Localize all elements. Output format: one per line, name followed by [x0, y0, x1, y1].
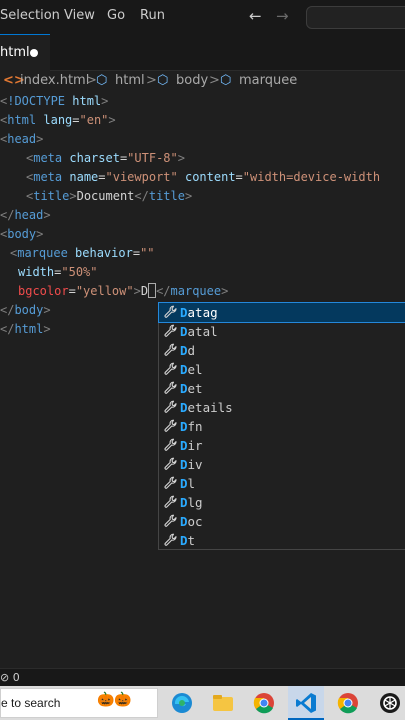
breadcrumb-item-body[interactable]: body	[176, 73, 208, 88]
wrench-icon	[164, 324, 178, 338]
chrome-browser-icon[interactable]	[252, 691, 276, 715]
suggestion-label: Dfn	[180, 419, 203, 434]
taskbar-search-box[interactable]: e to search 🎃🎃	[0, 688, 158, 718]
forward-arrow-icon[interactable]: →	[276, 7, 289, 25]
suggestion-label: Datag	[180, 305, 218, 320]
menu-selection[interactable]: Selection	[0, 8, 60, 23]
suggestion-item[interactable]: Div	[159, 455, 405, 474]
suggestion-label: Dd	[180, 343, 196, 358]
wrench-icon	[164, 438, 178, 452]
code-line-8: <body>	[0, 227, 44, 241]
code-line-11: bgcolor="yellow">D </marquee>	[18, 283, 229, 298]
code-line-12: </body>	[0, 303, 51, 317]
code-line-4: <meta charset="UTF-8">	[26, 151, 185, 165]
suggestion-item[interactable]: Dl	[159, 474, 405, 493]
chrome-profile-icon[interactable]	[336, 691, 360, 715]
status-bar: ⊘ 0	[0, 668, 405, 686]
file-explorer-icon[interactable]	[211, 691, 235, 715]
suggestion-item[interactable]: Del	[159, 360, 405, 379]
suggestion-label: Dir	[180, 438, 203, 453]
breadcrumb-separator: >	[209, 73, 220, 88]
breadcrumb-item-file[interactable]: index.html	[20, 73, 89, 88]
pumpkin-doodle-icon[interactable]: 🎃🎃	[97, 692, 132, 708]
suggestion-label: Dl	[180, 476, 196, 491]
code-line-3: <head>	[0, 132, 44, 146]
breadcrumb: <> index.html > ⬡ html > ⬡ body > ⬡ marq…	[0, 71, 405, 91]
wrench-icon	[164, 381, 178, 395]
suggestion-item[interactable]: Dfn	[159, 417, 405, 436]
element-icon: ⬡	[96, 73, 108, 88]
suggestion-item[interactable]: Dir	[159, 436, 405, 455]
code-line-7: </head>	[0, 208, 51, 222]
wrench-icon	[164, 533, 178, 547]
code-line-6: <title>Document</title>	[26, 189, 193, 203]
menu-bar: Selection View Go Run ← →	[0, 0, 405, 34]
suggestion-label: Doc	[180, 514, 203, 529]
suggestion-label: Del	[180, 362, 203, 377]
code-line-10: width="50%"	[18, 265, 98, 279]
suggestion-label: Div	[180, 457, 203, 472]
command-center-search[interactable]	[306, 6, 405, 29]
wrench-icon	[164, 419, 178, 433]
breadcrumb-item-marquee[interactable]: marquee	[239, 73, 297, 88]
suggestion-label: Details	[180, 400, 233, 415]
suggestion-item[interactable]: Datag	[158, 302, 405, 323]
back-arrow-icon[interactable]: ←	[249, 7, 262, 25]
tab-label: html	[0, 45, 30, 60]
editor-tab-bar: html	[0, 34, 405, 71]
taskbar-search-placeholder: e to search	[1, 696, 61, 710]
breadcrumb-separator: >	[146, 73, 157, 88]
wrench-icon	[164, 362, 178, 376]
wrench-icon	[164, 343, 178, 357]
wrench-icon	[164, 305, 178, 319]
problems-count[interactable]: ⊘ 0	[0, 671, 20, 684]
wrench-icon	[164, 495, 178, 509]
suggestion-item[interactable]: Dt	[159, 531, 405, 550]
suggestion-widget: Datag Datal Dd Del Det Details Dfn Dir Div Dl Dlg D…	[158, 302, 405, 550]
suggestion-label: Datal	[180, 324, 218, 339]
tab-index-html[interactable]: html	[0, 34, 50, 71]
menu-view[interactable]: View	[64, 8, 95, 23]
suggestion-item[interactable]: Dlg	[159, 493, 405, 512]
suggestion-item[interactable]: Datal	[159, 322, 405, 341]
unsaved-dot-icon[interactable]	[30, 49, 38, 57]
suggestion-item[interactable]: Det	[159, 379, 405, 398]
suggestion-item[interactable]: Dd	[159, 341, 405, 360]
windows-taskbar: e to search 🎃🎃	[0, 686, 405, 720]
suggestion-item[interactable]: Doc	[159, 512, 405, 531]
menu-run[interactable]: Run	[140, 8, 165, 23]
element-icon: ⬡	[157, 73, 169, 88]
code-line-9: <marquee behavior=""	[10, 246, 155, 260]
code-line-2: <html lang="en">	[0, 113, 116, 127]
text-cursor	[148, 283, 157, 298]
chatgpt-app-icon[interactable]	[378, 691, 402, 715]
wrench-icon	[164, 400, 178, 414]
suggestion-label: Det	[180, 381, 203, 396]
suggestion-label: Dt	[180, 533, 196, 548]
element-icon: ⬡	[220, 73, 232, 88]
menu-go[interactable]: Go	[107, 8, 125, 23]
vscode-icon[interactable]	[294, 691, 318, 715]
suggestion-label: Dlg	[180, 495, 203, 510]
code-line-13: </html>	[0, 322, 51, 336]
breadcrumb-item-html[interactable]: html	[115, 73, 145, 88]
edge-browser-icon[interactable]	[170, 691, 194, 715]
suggestion-item[interactable]: Details	[159, 398, 405, 417]
wrench-icon	[164, 514, 178, 528]
wrench-icon	[164, 457, 178, 471]
code-line-1: <!DOCTYPE html>	[0, 94, 109, 108]
wrench-icon	[164, 476, 178, 490]
code-line-5: <meta name="viewport" content="width=dev…	[26, 170, 381, 184]
